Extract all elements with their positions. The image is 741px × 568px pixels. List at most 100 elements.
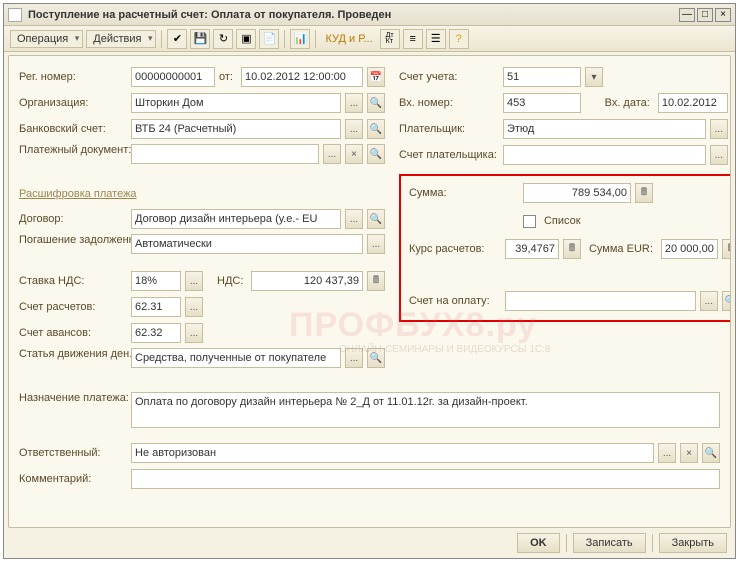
bank-account-label: Банковский счет: (19, 123, 127, 135)
sa-select-button[interactable]: ... (185, 323, 203, 343)
schet-platelshika-label: Счет плательщика: (399, 149, 499, 161)
schet-raschetov-label: Счет расчетов: (19, 301, 127, 313)
pl-select-button[interactable]: ... (710, 119, 728, 139)
schet-raschetov-input[interactable]: 62.31 (131, 297, 181, 317)
org-input[interactable]: Шторкин Дом (131, 93, 341, 113)
sno-select-button[interactable]: ... (700, 291, 718, 311)
titlebar: Поступление на расчетный счет: Оплата от… (4, 4, 735, 26)
bank-search-icon[interactable]: 🔍 (367, 119, 385, 139)
reg-number-label: Рег. номер: (19, 71, 127, 83)
app-icon (8, 8, 22, 22)
refresh-icon[interactable]: ↻ (213, 29, 233, 49)
summa-calc-icon[interactable]: 🖩 (635, 183, 653, 203)
list-checkbox[interactable] (523, 215, 536, 228)
summa-eur-input[interactable]: 20 000,00 (661, 239, 718, 259)
list-icon[interactable]: ≡ (403, 29, 423, 49)
ot-label: от: (219, 71, 233, 83)
bank-select-button[interactable]: ... (345, 119, 363, 139)
paydoc-select-button[interactable]: ... (323, 144, 341, 164)
naznachenie-input[interactable]: Оплата по договору дизайн интерьера № 2_… (131, 392, 720, 428)
schet-ucheta-label: Счет учета: (399, 71, 499, 83)
sdv-search-icon[interactable]: 🔍 (367, 348, 385, 368)
schet-avansov-input[interactable]: 62.32 (131, 323, 181, 343)
action5-icon[interactable]: 📄 (259, 29, 279, 49)
vhod-nomer-label: Вх. номер: (399, 97, 499, 109)
kurs-calc-icon[interactable]: 🖩 (563, 239, 581, 259)
paydoc-input[interactable] (131, 144, 319, 164)
platelshik-input[interactable]: Этюд (503, 119, 706, 139)
pogash-input[interactable]: Автоматически (131, 234, 363, 254)
schet-na-oplatu-input[interactable] (505, 291, 696, 311)
platelshik-label: Плательщик: (399, 123, 499, 135)
contract-select-button[interactable]: ... (345, 209, 363, 229)
action6-icon[interactable]: 📊 (290, 29, 310, 49)
save-icon[interactable]: 💾 (190, 29, 210, 49)
ok-button[interactable]: OK (517, 533, 560, 553)
vhod-nomer-input[interactable]: 453 (503, 93, 581, 113)
sdv-label: Статья движения ден. средств: (19, 348, 127, 380)
otvetstvenny-input[interactable]: Не авторизован (131, 443, 654, 463)
stavka-nds-input[interactable]: 18% (131, 271, 181, 291)
dtk-icon[interactable]: ДтКт (380, 29, 400, 49)
kommentary-input[interactable] (131, 469, 720, 489)
naznachenie-label: Назначение платежа: (19, 392, 127, 428)
list-checkbox-label: Список (544, 215, 581, 227)
action4-icon[interactable]: ▣ (236, 29, 256, 49)
nds-calc-icon[interactable]: 🖩 (367, 271, 385, 291)
sume-calc-icon[interactable]: 🖩 (722, 239, 731, 259)
pogash-select-button[interactable]: ... (367, 234, 385, 254)
stavka-select-button[interactable]: ... (185, 271, 203, 291)
minimize-button[interactable]: — (679, 8, 695, 22)
contract-search-icon[interactable]: 🔍 (367, 209, 385, 229)
paydoc-label: Платежный документ: (19, 144, 127, 176)
list2-icon[interactable]: ☰ (426, 29, 446, 49)
kommentary-label: Комментарий: (19, 473, 127, 485)
schet-na-oplatu-label: Счет на оплату: (409, 295, 501, 307)
sr-select-button[interactable]: ... (185, 297, 203, 317)
date-input[interactable]: 10.02.2012 12:00:00 (241, 67, 363, 87)
schet-ucheta-input[interactable]: 51 (503, 67, 581, 87)
maximize-button[interactable]: □ (697, 8, 713, 22)
kurs-label: Курс расчетов: (409, 243, 501, 255)
otv-select-button[interactable]: ... (658, 443, 676, 463)
bank-account-input[interactable]: ВТБ 24 (Расчетный) (131, 119, 341, 139)
close-button[interactable]: Закрыть (659, 533, 727, 553)
section-header: Расшифровка платежа (19, 188, 385, 200)
footer: OK Записать Закрыть (517, 530, 727, 556)
window-title: Поступление на расчетный счет: Оплата от… (28, 9, 679, 21)
summa-label: Сумма: (409, 187, 501, 199)
vhod-data-input[interactable]: 10.02.2012 (658, 93, 728, 113)
apply-icon[interactable]: ✔ (167, 29, 187, 49)
kud-link[interactable]: КУД и Р... (321, 31, 376, 47)
toolbar: Операция Действия ✔ 💾 ↻ ▣ 📄 📊 КУД и Р...… (4, 26, 735, 52)
highlighted-box: Сумма: 789 534,00 🖩 Список Курс расчетов… (399, 174, 731, 322)
contract-label: Договор: (19, 213, 127, 225)
summa-input[interactable]: 789 534,00 (523, 183, 631, 203)
pogash-label: Погашение задолженности: (19, 234, 127, 266)
sdv-select-button[interactable]: ... (345, 348, 363, 368)
sdv-input[interactable]: Средства, полученные от покупателе (131, 348, 341, 368)
nds-input[interactable]: 120 437,39 (251, 271, 363, 291)
contract-input[interactable]: Договор дизайн интерьера (у.е.- EU (131, 209, 341, 229)
nds-label: НДС: (217, 275, 243, 287)
help-icon[interactable]: ? (449, 29, 469, 49)
close-window-button[interactable]: × (715, 8, 731, 22)
kurs-input[interactable]: 39,4767 (505, 239, 559, 259)
operation-dropdown[interactable]: Операция (10, 30, 83, 48)
spl-select-button[interactable]: ... (710, 145, 728, 165)
stavka-nds-label: Ставка НДС: (19, 275, 127, 287)
org-search-icon[interactable]: 🔍 (367, 93, 385, 113)
vhod-data-label: Вх. дата: (605, 97, 650, 109)
otv-search-icon[interactable]: 🔍 (702, 443, 720, 463)
paydoc-search-icon[interactable]: 🔍 (367, 144, 385, 164)
su-dropdown-button[interactable]: ▾ (585, 67, 603, 87)
sno-search-icon[interactable]: 🔍 (722, 291, 731, 311)
reg-number-input[interactable]: 00000000001 (131, 67, 215, 87)
write-button[interactable]: Записать (573, 533, 646, 553)
paydoc-clear-button[interactable]: × (345, 144, 363, 164)
schet-platelshika-input[interactable] (503, 145, 706, 165)
actions-dropdown[interactable]: Действия (86, 30, 156, 48)
calendar-icon[interactable]: 📅 (367, 67, 385, 87)
otv-clear-button[interactable]: × (680, 443, 698, 463)
org-select-button[interactable]: ... (345, 93, 363, 113)
